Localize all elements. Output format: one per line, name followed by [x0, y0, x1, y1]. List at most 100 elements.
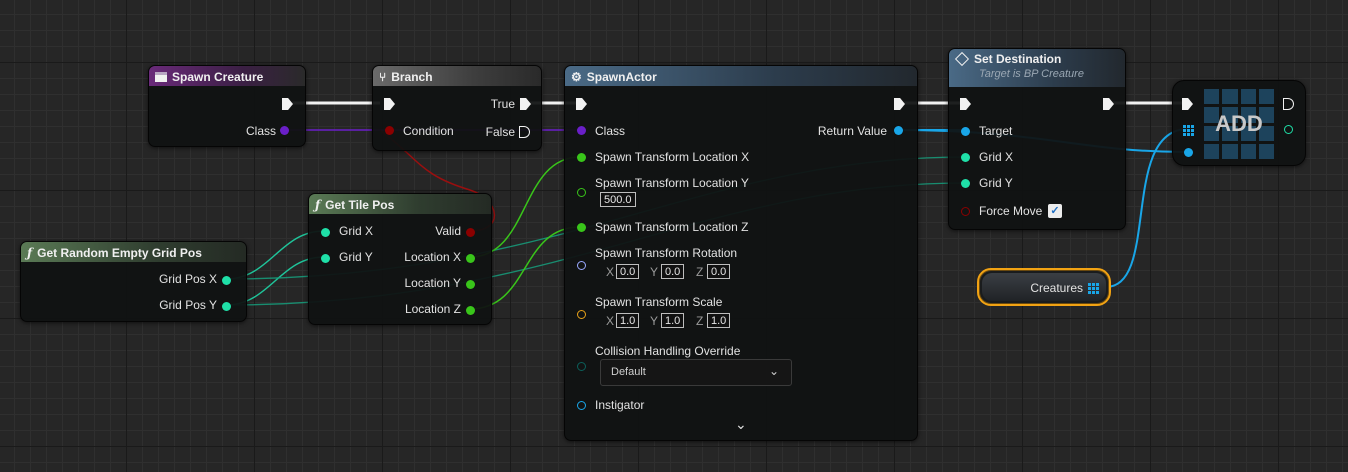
condition-label: Condition [403, 124, 454, 138]
rotation-y-input[interactable]: 0.0 [661, 264, 685, 279]
chevron-down-icon: ⌄ [768, 364, 779, 378]
class-pin[interactable] [280, 126, 289, 135]
location-z-pin[interactable] [466, 306, 475, 315]
force-move-pin[interactable] [961, 207, 970, 216]
collision-pin[interactable] [577, 362, 586, 371]
scale-z-input[interactable]: 1.0 [707, 313, 731, 328]
false-label: False [485, 125, 515, 139]
creatures-label: Creatures [1030, 281, 1083, 295]
location-y-input[interactable]: 500.0 [600, 192, 636, 207]
location-z-pin[interactable] [577, 223, 586, 232]
get-random-empty-grid-pos-node[interactable]: ƒ Get Random Empty Grid Pos Grid Pos X G… [20, 241, 247, 322]
target-pin[interactable] [961, 127, 970, 136]
location-x-pin[interactable] [577, 153, 586, 162]
exec-in-pin[interactable] [384, 98, 395, 110]
rotation-z-input[interactable]: 0.0 [707, 264, 731, 279]
node-title: Get Tile Pos [325, 198, 395, 212]
item-pin[interactable] [1184, 148, 1193, 157]
location-x-label: Location X [404, 250, 461, 264]
array-pin-icon[interactable] [1183, 125, 1194, 136]
grid-y-label: Grid Y [339, 250, 373, 264]
scale-y-axis: Y [650, 314, 659, 328]
grid-y-pin[interactable] [961, 179, 970, 188]
set-destination-node[interactable]: Set Destination Target is BP Creature Ta… [948, 48, 1126, 230]
location-x-pin[interactable] [466, 254, 475, 263]
get-tile-pos-node[interactable]: ƒ Get Tile Pos Grid X Grid Y Valid Locat… [308, 193, 492, 325]
true-label: True [490, 97, 515, 111]
grid-y-pin[interactable] [321, 254, 330, 263]
instigator-pin[interactable] [577, 401, 586, 410]
node-title: SpawnActor [586, 70, 657, 84]
location-z-label: Location Z [404, 302, 461, 316]
return-value-pin[interactable] [894, 126, 903, 135]
set-destination-header[interactable]: Set Destination Target is BP Creature [949, 49, 1125, 87]
collision-value: Default [611, 366, 646, 378]
spawn-icon: ⚙ [571, 70, 582, 84]
rotation-z-axis: Z [696, 265, 704, 279]
function-icon: ƒ [27, 246, 33, 260]
instigator-label: Instigator [595, 398, 645, 412]
node-title: Set Destination [974, 52, 1062, 66]
grid-x-pin[interactable] [961, 153, 970, 162]
force-move-checkbox[interactable]: ✓ [1048, 204, 1062, 218]
condition-pin[interactable] [385, 126, 394, 135]
spawn-creature-node[interactable]: Spawn Creature Class [148, 65, 306, 147]
get-random-header[interactable]: ƒ Get Random Empty Grid Pos [21, 242, 246, 262]
branch-node[interactable]: ⑂ Branch True Condition False [372, 65, 542, 151]
array-grid-icon[interactable] [1088, 283, 1099, 294]
node-title: Branch [391, 70, 433, 84]
event-diamond-icon [954, 51, 970, 67]
exec-in-pin[interactable] [576, 98, 587, 110]
creatures-variable-node[interactable]: Creatures [977, 268, 1111, 306]
rotation-y-axis: Y [650, 265, 659, 279]
valid-label: Valid [435, 224, 461, 238]
grid-x-pin[interactable] [321, 228, 330, 237]
grid-pos-x-pin[interactable] [222, 276, 231, 285]
exec-out-pin[interactable] [1283, 98, 1294, 110]
location-y-label: Spawn Transform Location Y [595, 176, 749, 190]
return-value-label: Return Value [817, 124, 887, 138]
expand-chevron-icon[interactable]: ⌄ [735, 416, 747, 433]
grid-pos-y-pin[interactable] [222, 302, 231, 311]
grid-x-label: Grid X [979, 150, 1014, 164]
function-icon: ƒ [315, 198, 321, 212]
add-node[interactable]: ADD [1172, 80, 1306, 166]
index-out-pin[interactable] [1284, 125, 1293, 134]
location-y-pin[interactable] [577, 188, 586, 197]
spawn-actor-header[interactable]: ⚙ SpawnActor [565, 66, 917, 86]
scale-pin[interactable] [577, 310, 586, 319]
node-title: Spawn Creature [172, 70, 264, 84]
scale-y-input[interactable]: 1.0 [661, 313, 685, 328]
collision-dropdown[interactable]: Default ⌄ [600, 359, 792, 386]
exec-in-pin[interactable] [1182, 98, 1193, 110]
exec-out-pin[interactable] [282, 98, 293, 110]
class-pin[interactable] [577, 126, 586, 135]
grid-pos-y-label: Grid Pos Y [159, 298, 217, 312]
grid-x-label: Grid X [339, 224, 374, 238]
scale-x-input[interactable]: 1.0 [616, 313, 640, 328]
exec-in-pin[interactable] [960, 98, 971, 110]
get-tile-pos-header[interactable]: ƒ Get Tile Pos [309, 194, 491, 214]
rotation-x-input[interactable]: 0.0 [616, 264, 640, 279]
class-label: Class [245, 124, 276, 138]
valid-pin[interactable] [466, 228, 475, 237]
target-label: Target [979, 124, 1013, 138]
rotation-pin[interactable] [577, 261, 586, 270]
scale-z-axis: Z [696, 314, 704, 328]
scale-x-axis: X [606, 314, 615, 328]
location-z-label: Spawn Transform Location Z [595, 220, 749, 234]
spawn-actor-node[interactable]: ⚙ SpawnActor Class Return Value Spawn Tr… [564, 65, 918, 441]
scale-label: Spawn Transform Scale [595, 295, 723, 309]
collision-label: Collision Handling Override [595, 344, 741, 358]
exec-out-pin[interactable] [1103, 98, 1114, 110]
spawn-creature-header[interactable]: Spawn Creature [149, 66, 305, 86]
location-x-label: Spawn Transform Location X [595, 150, 750, 164]
grid-y-label: Grid Y [979, 176, 1013, 190]
force-move-label: Force Move [979, 204, 1043, 218]
false-exec-pin[interactable] [519, 126, 530, 138]
location-y-pin[interactable] [466, 280, 475, 289]
rotation-x-axis: X [606, 265, 615, 279]
true-exec-pin[interactable] [520, 98, 531, 110]
branch-header[interactable]: ⑂ Branch [373, 66, 541, 86]
exec-out-pin[interactable] [894, 98, 905, 110]
